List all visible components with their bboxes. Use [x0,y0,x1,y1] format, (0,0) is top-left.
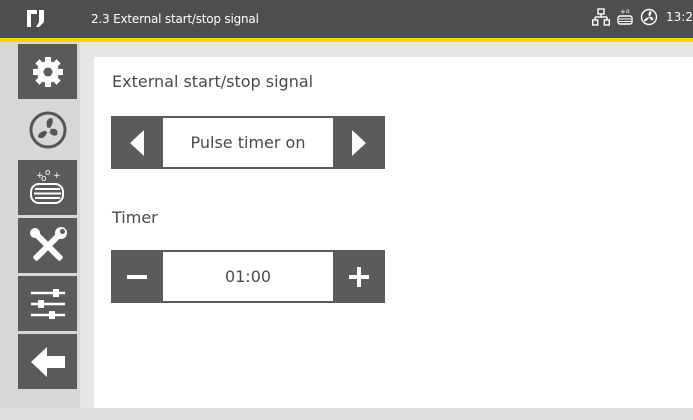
fan-status-icon [640,8,658,26]
svg-text:o: o [41,174,47,184]
svg-text:+: + [53,171,61,181]
status-area: + o 13:2 [592,8,693,26]
top-bar: 2.3 External start/stop signal + o 13:2 [0,0,693,42]
sidebar-item-settings[interactable] [18,44,77,99]
timer-stepper: 01:00 [111,250,385,303]
minus-icon [127,274,147,279]
sidebar-item-heating[interactable]: + o + o [18,160,77,215]
mode-next-button[interactable] [333,116,385,169]
gear-icon [32,56,63,87]
plus-icon [349,266,369,287]
sliders-icon [30,288,65,319]
mode-value: Pulse timer on [163,118,333,167]
timer-increment-button[interactable] [333,250,385,303]
back-arrow-icon [30,346,65,377]
heater-icon: + o + o [29,168,64,204]
sidebar-item-back[interactable] [18,334,77,389]
network-icon [592,8,611,26]
mode-prev-button[interactable] [111,116,163,169]
bottom-strip [0,408,693,420]
timer-decrement-button[interactable] [111,250,163,303]
sidebar-item-service[interactable] [18,218,77,273]
timer-value: 01:00 [163,252,333,301]
triangle-right-icon [352,129,366,156]
mode-label: External start/stop signal [112,72,314,91]
accent-line [0,38,693,42]
sidebar-item-adjustments[interactable] [18,276,77,331]
logo-icon [27,10,44,27]
fan-icon [29,111,66,148]
heater-status-icon: + o [617,8,633,25]
sidebar-item-ventilation[interactable] [18,102,77,157]
triangle-left-icon [130,129,144,156]
svg-text:o: o [626,8,630,15]
page-title: 2.3 External start/stop signal [91,12,259,26]
content-panel [94,57,693,408]
sidebar: + o + o [0,42,80,408]
clock: 13:2 [666,10,693,24]
tools-icon [29,226,67,261]
mode-selector: Pulse timer on [111,116,385,169]
timer-label: Timer [112,208,158,227]
